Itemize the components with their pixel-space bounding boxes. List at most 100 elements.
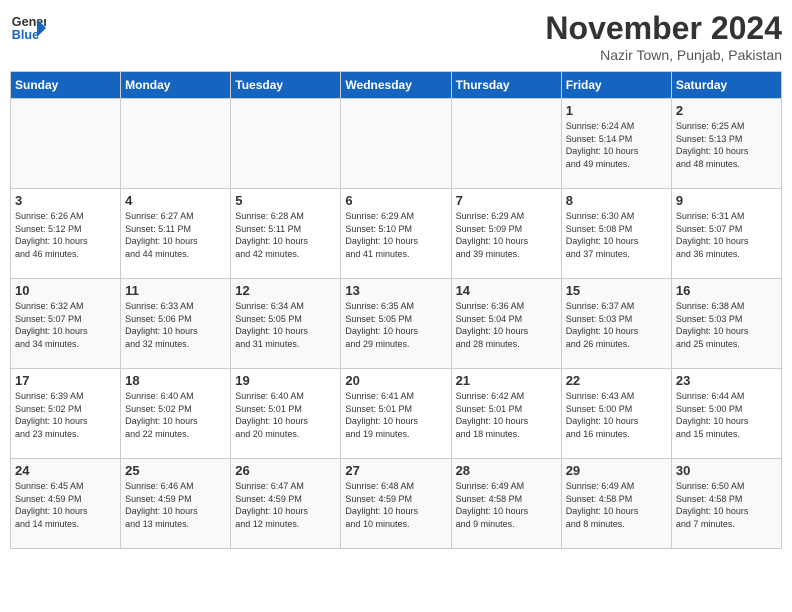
day-cell: 18 Sunrise: 6:40 AM Sunset: 5:02 PM Dayli… xyxy=(121,369,231,459)
week-row-3: 10Sunrise: 6:32 AM Sunset: 5:07 PM Dayli… xyxy=(11,279,782,369)
day-number: 28 xyxy=(456,463,557,478)
day-cell: 7 Sunrise: 6:29 AM Sunset: 5:09 PM Daylig… xyxy=(451,189,561,279)
day-info: Sunrise: 6:48 AM Sunset: 4:59 PM Dayligh… xyxy=(345,480,446,530)
day-cell: 29Sunrise: 6:49 AM Sunset: 4:58 PM Dayli… xyxy=(561,459,671,549)
day-cell: 8Sunrise: 6:30 AM Sunset: 5:08 PM Daylig… xyxy=(561,189,671,279)
day-number: 2 xyxy=(676,103,777,118)
day-number: 7 xyxy=(456,193,557,208)
day-cell: 23 Sunrise: 6:44 AM Sunset: 5:00 PM Dayli… xyxy=(671,369,781,459)
week-row-5: 24 Sunrise: 6:45 AM Sunset: 4:59 PM Dayli… xyxy=(11,459,782,549)
day-info: Sunrise: 6:29 AM Sunset: 5:10 PM Dayligh… xyxy=(345,210,446,260)
day-info: Sunrise: 6:28 AM Sunset: 5:11 PM Dayligh… xyxy=(235,210,336,260)
day-number: 16 xyxy=(676,283,777,298)
day-info: Sunrise: 6:39 AM Sunset: 5:02 PM Dayligh… xyxy=(15,390,116,440)
day-cell: 11Sunrise: 6:33 AM Sunset: 5:06 PM Dayli… xyxy=(121,279,231,369)
title-section: November 2024 Nazir Town, Punjab, Pakist… xyxy=(545,10,782,63)
day-cell: 13 Sunrise: 6:35 AM Sunset: 5:05 PM Dayli… xyxy=(341,279,451,369)
svg-text:Blue: Blue xyxy=(12,28,39,42)
day-number: 27 xyxy=(345,463,446,478)
day-number: 15 xyxy=(566,283,667,298)
week-row-2: 3 Sunrise: 6:26 AM Sunset: 5:12 PM Daylig… xyxy=(11,189,782,279)
day-number: 5 xyxy=(235,193,336,208)
header-cell-monday: Monday xyxy=(121,72,231,99)
day-cell: 5 Sunrise: 6:28 AM Sunset: 5:11 PM Daylig… xyxy=(231,189,341,279)
logo: General Blue xyxy=(10,10,46,46)
day-info: Sunrise: 6:44 AM Sunset: 5:00 PM Dayligh… xyxy=(676,390,777,440)
day-info: Sunrise: 6:35 AM Sunset: 5:05 PM Dayligh… xyxy=(345,300,446,350)
day-info: Sunrise: 6:40 AM Sunset: 5:02 PM Dayligh… xyxy=(125,390,226,440)
day-info: Sunrise: 6:26 AM Sunset: 5:12 PM Dayligh… xyxy=(15,210,116,260)
day-cell: 26 Sunrise: 6:47 AM Sunset: 4:59 PM Dayli… xyxy=(231,459,341,549)
day-info: Sunrise: 6:43 AM Sunset: 5:00 PM Dayligh… xyxy=(566,390,667,440)
day-cell xyxy=(121,99,231,189)
day-number: 29 xyxy=(566,463,667,478)
day-cell: 14 Sunrise: 6:36 AM Sunset: 5:04 PM Dayli… xyxy=(451,279,561,369)
week-row-1: 1Sunrise: 6:24 AM Sunset: 5:14 PM Daylig… xyxy=(11,99,782,189)
header-cell-friday: Friday xyxy=(561,72,671,99)
day-number: 9 xyxy=(676,193,777,208)
day-cell: 4 Sunrise: 6:27 AM Sunset: 5:11 PM Daylig… xyxy=(121,189,231,279)
day-cell xyxy=(451,99,561,189)
day-cell: 10Sunrise: 6:32 AM Sunset: 5:07 PM Dayli… xyxy=(11,279,121,369)
day-number: 19 xyxy=(235,373,336,388)
day-info: Sunrise: 6:33 AM Sunset: 5:06 PM Dayligh… xyxy=(125,300,226,350)
day-info: Sunrise: 6:36 AM Sunset: 5:04 PM Dayligh… xyxy=(456,300,557,350)
day-info: Sunrise: 6:37 AM Sunset: 5:03 PM Dayligh… xyxy=(566,300,667,350)
day-cell: 15 Sunrise: 6:37 AM Sunset: 5:03 PM Dayli… xyxy=(561,279,671,369)
day-number: 12 xyxy=(235,283,336,298)
day-number: 26 xyxy=(235,463,336,478)
day-number: 6 xyxy=(345,193,446,208)
day-cell: 3 Sunrise: 6:26 AM Sunset: 5:12 PM Daylig… xyxy=(11,189,121,279)
day-number: 21 xyxy=(456,373,557,388)
day-cell: 9Sunrise: 6:31 AM Sunset: 5:07 PM Daylig… xyxy=(671,189,781,279)
day-cell: 22Sunrise: 6:43 AM Sunset: 5:00 PM Dayli… xyxy=(561,369,671,459)
day-info: Sunrise: 6:40 AM Sunset: 5:01 PM Dayligh… xyxy=(235,390,336,440)
header-row: SundayMondayTuesdayWednesdayThursdayFrid… xyxy=(11,72,782,99)
day-cell xyxy=(11,99,121,189)
day-number: 24 xyxy=(15,463,116,478)
day-info: Sunrise: 6:50 AM Sunset: 4:58 PM Dayligh… xyxy=(676,480,777,530)
day-number: 13 xyxy=(345,283,446,298)
header-cell-tuesday: Tuesday xyxy=(231,72,341,99)
day-info: Sunrise: 6:42 AM Sunset: 5:01 PM Dayligh… xyxy=(456,390,557,440)
month-year: November 2024 xyxy=(545,10,782,47)
day-number: 18 xyxy=(125,373,226,388)
day-info: Sunrise: 6:32 AM Sunset: 5:07 PM Dayligh… xyxy=(15,300,116,350)
day-info: Sunrise: 6:25 AM Sunset: 5:13 PM Dayligh… xyxy=(676,120,777,170)
day-info: Sunrise: 6:29 AM Sunset: 5:09 PM Dayligh… xyxy=(456,210,557,260)
day-info: Sunrise: 6:34 AM Sunset: 5:05 PM Dayligh… xyxy=(235,300,336,350)
day-cell: 20Sunrise: 6:41 AM Sunset: 5:01 PM Dayli… xyxy=(341,369,451,459)
day-number: 3 xyxy=(15,193,116,208)
day-cell xyxy=(341,99,451,189)
day-cell: 19 Sunrise: 6:40 AM Sunset: 5:01 PM Dayli… xyxy=(231,369,341,459)
day-info: Sunrise: 6:47 AM Sunset: 4:59 PM Dayligh… xyxy=(235,480,336,530)
day-cell: 21 Sunrise: 6:42 AM Sunset: 5:01 PM Dayli… xyxy=(451,369,561,459)
day-info: Sunrise: 6:30 AM Sunset: 5:08 PM Dayligh… xyxy=(566,210,667,260)
day-number: 4 xyxy=(125,193,226,208)
day-info: Sunrise: 6:45 AM Sunset: 4:59 PM Dayligh… xyxy=(15,480,116,530)
page-header: General Blue November 2024 Nazir Town, P… xyxy=(10,10,782,63)
location: Nazir Town, Punjab, Pakistan xyxy=(545,47,782,63)
day-cell: 6 Sunrise: 6:29 AM Sunset: 5:10 PM Daylig… xyxy=(341,189,451,279)
day-info: Sunrise: 6:41 AM Sunset: 5:01 PM Dayligh… xyxy=(345,390,446,440)
day-number: 25 xyxy=(125,463,226,478)
header-cell-sunday: Sunday xyxy=(11,72,121,99)
day-info: Sunrise: 6:49 AM Sunset: 4:58 PM Dayligh… xyxy=(456,480,557,530)
day-cell: 12 Sunrise: 6:34 AM Sunset: 5:05 PM Dayli… xyxy=(231,279,341,369)
day-cell: 25 Sunrise: 6:46 AM Sunset: 4:59 PM Dayli… xyxy=(121,459,231,549)
day-number: 30 xyxy=(676,463,777,478)
header-cell-wednesday: Wednesday xyxy=(341,72,451,99)
day-number: 23 xyxy=(676,373,777,388)
day-number: 1 xyxy=(566,103,667,118)
day-number: 14 xyxy=(456,283,557,298)
day-cell: 17 Sunrise: 6:39 AM Sunset: 5:02 PM Dayli… xyxy=(11,369,121,459)
day-number: 17 xyxy=(15,373,116,388)
calendar-table: SundayMondayTuesdayWednesdayThursdayFrid… xyxy=(10,71,782,549)
logo-icon: General Blue xyxy=(10,10,46,46)
day-info: Sunrise: 6:27 AM Sunset: 5:11 PM Dayligh… xyxy=(125,210,226,260)
day-info: Sunrise: 6:38 AM Sunset: 5:03 PM Dayligh… xyxy=(676,300,777,350)
day-cell: 27 Sunrise: 6:48 AM Sunset: 4:59 PM Dayli… xyxy=(341,459,451,549)
day-cell: 30 Sunrise: 6:50 AM Sunset: 4:58 PM Dayli… xyxy=(671,459,781,549)
header-cell-saturday: Saturday xyxy=(671,72,781,99)
day-info: Sunrise: 6:46 AM Sunset: 4:59 PM Dayligh… xyxy=(125,480,226,530)
